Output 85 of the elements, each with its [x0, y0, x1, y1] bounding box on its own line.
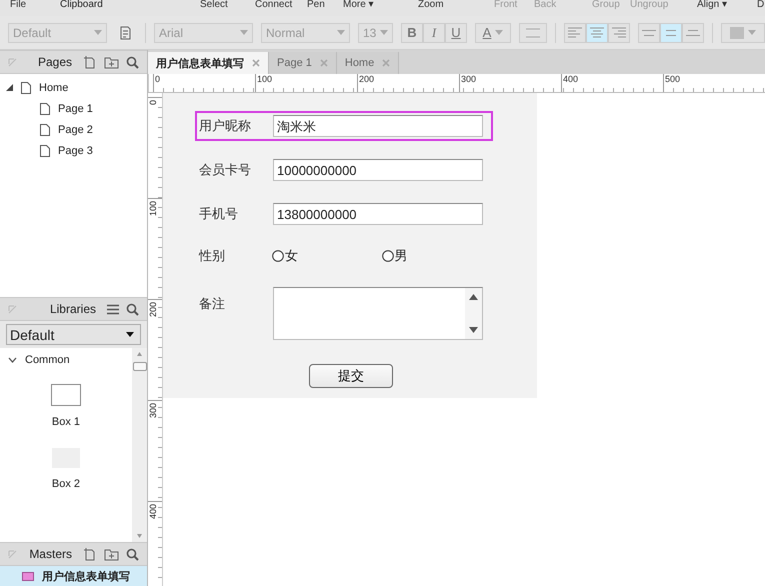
field-label: 会员卡号 — [198, 161, 252, 179]
menu-item[interactable]: Pen — [307, 0, 343, 10]
field-label: 性别 — [198, 247, 226, 265]
document-tab[interactable]: 用户信息表单填写 — [148, 52, 269, 74]
add-folder-icon[interactable] — [104, 56, 119, 68]
document-tab[interactable]: Home — [336, 52, 400, 74]
search-icon[interactable] — [126, 302, 139, 316]
menu-item[interactable]: More ▾ — [343, 0, 418, 10]
align-icon — [590, 27, 604, 38]
panel-title: Pages — [36, 55, 73, 69]
input-field[interactable]: 淘米米 — [273, 115, 483, 137]
align-icon — [568, 27, 582, 38]
align-icon — [612, 27, 626, 38]
chevron-icon[interactable] — [8, 357, 17, 363]
caret-icon — [337, 30, 345, 35]
list-icon — [526, 28, 540, 38]
caret-icon — [94, 30, 102, 35]
caret-icon — [495, 30, 504, 35]
align-button[interactable] — [608, 22, 630, 42]
caret-icon — [748, 30, 756, 35]
add-page-icon[interactable] — [83, 547, 97, 561]
widget-thumbnail[interactable] — [51, 384, 81, 406]
search-icon[interactable] — [126, 548, 139, 560]
collapse-arrow-icon[interactable] — [8, 58, 17, 66]
page-icon — [40, 124, 50, 136]
add-folder-icon[interactable] — [104, 548, 119, 560]
document-tab[interactable]: Page 1 — [269, 52, 337, 74]
align-button[interactable] — [564, 22, 586, 42]
field-label: 备注 — [198, 295, 226, 313]
caret-icon — [240, 30, 248, 35]
menu-icon[interactable] — [107, 304, 119, 314]
expand-triangle-icon[interactable] — [6, 84, 13, 91]
caret-icon — [126, 332, 134, 337]
valign-button[interactable] — [660, 22, 682, 42]
caret-icon — [380, 30, 388, 35]
page-icon — [21, 82, 31, 94]
radio-option[interactable]: 女 — [272, 247, 382, 265]
fill-color-button[interactable] — [721, 22, 765, 42]
library-group[interactable]: Common — [25, 354, 70, 366]
page-icon — [40, 144, 50, 156]
bullets-button[interactable] — [519, 22, 547, 42]
master-icon — [22, 572, 34, 580]
panel-title: Masters — [28, 547, 73, 561]
page-item[interactable]: Page 3 — [58, 144, 93, 156]
menu-item[interactable]: Clipboard — [60, 0, 200, 10]
collapse-arrow-icon[interactable] — [8, 550, 17, 558]
search-icon[interactable] — [126, 56, 139, 68]
menu-item[interactable]: D — [757, 0, 764, 10]
page-item[interactable]: Home — [39, 82, 68, 94]
widget-label: Box 1 — [52, 416, 80, 428]
radio-option[interactable]: 男 — [382, 247, 491, 265]
widget-label: Box 2 — [52, 478, 80, 490]
menu-item[interactable]: Connect — [255, 0, 307, 10]
valign-icon — [642, 30, 656, 36]
valign-icon — [686, 30, 700, 36]
input-field[interactable]: 10000000000 — [273, 159, 483, 181]
library-dropdown[interactable]: Default — [6, 324, 141, 345]
menu-item[interactable]: File — [10, 0, 60, 10]
valign-button[interactable] — [638, 22, 660, 42]
menu-item[interactable]: Select — [200, 0, 255, 10]
collapse-arrow-icon[interactable] — [8, 304, 17, 314]
valign-button[interactable] — [682, 22, 704, 42]
input-field[interactable]: 13800000000 — [273, 203, 483, 225]
text-area[interactable] — [273, 287, 483, 340]
add-page-icon[interactable] — [83, 55, 97, 69]
field-label: 手机号 — [198, 205, 239, 223]
menu-item[interactable]: Align ▾ — [697, 0, 757, 10]
menu-item[interactable]: Zoom — [418, 0, 494, 10]
scroll-up-icon[interactable] — [469, 294, 478, 300]
page-icon — [40, 102, 50, 114]
close-icon[interactable] — [320, 59, 328, 67]
field-label: 用户昵称 — [198, 117, 252, 135]
align-button[interactable] — [586, 22, 608, 42]
panel-title: Libraries — [48, 302, 97, 316]
close-icon[interactable] — [382, 59, 390, 67]
master-item[interactable]: 用户信息表单填写 — [0, 566, 147, 586]
submit-button[interactable]: 提交 — [309, 364, 393, 388]
scroll-thumb[interactable] — [132, 362, 146, 371]
page-item[interactable]: Page 1 — [58, 102, 93, 114]
close-icon[interactable] — [252, 59, 260, 67]
scrollbar[interactable] — [132, 348, 147, 542]
valign-icon — [664, 30, 678, 36]
vertical-ruler: 0 100 200 300 400 — [148, 93, 163, 586]
scroll-down-icon[interactable] — [469, 327, 478, 333]
page-item[interactable]: Page 2 — [58, 124, 93, 136]
